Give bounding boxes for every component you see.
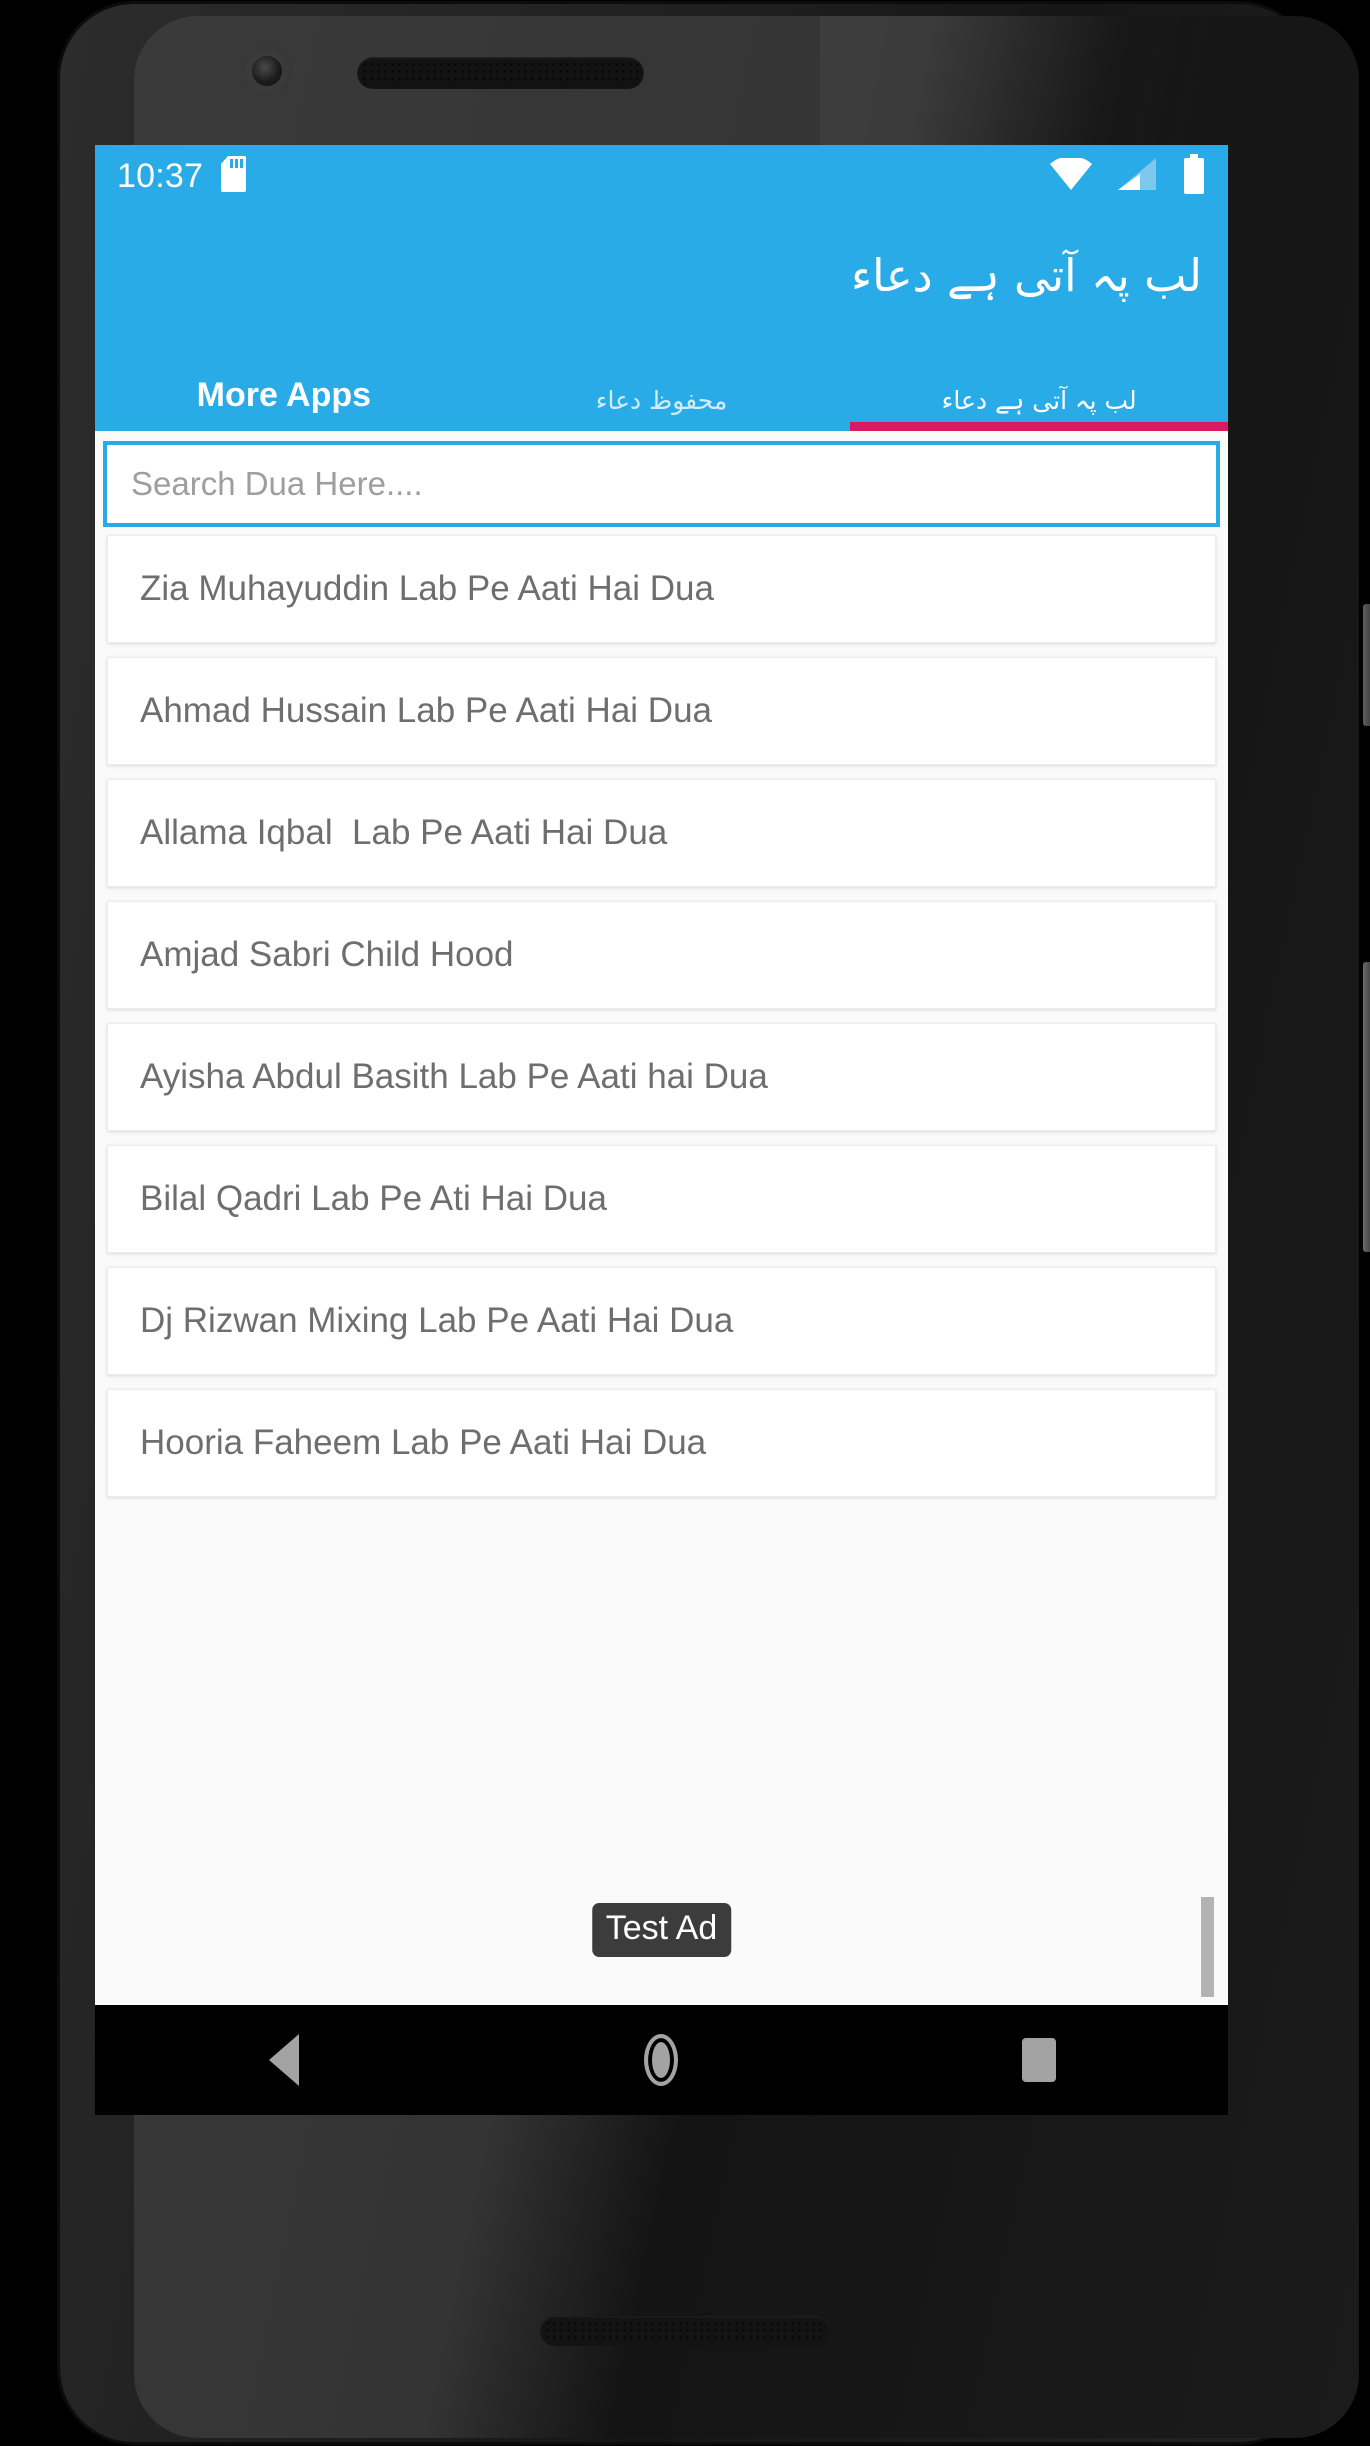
list-scrollbar[interactable] <box>1201 1897 1214 1997</box>
dua-list: Zia Muhayuddin Lab Pe Aati Hai Dua Ahmad… <box>95 527 1228 1497</box>
bottom-speaker <box>540 2316 830 2346</box>
status-bar: 10:37 <box>95 145 1228 207</box>
list-item-label: Allama Iqbal Lab Pe Aati Hai Dua <box>140 813 668 852</box>
home-icon <box>644 2034 679 2086</box>
list-item-label: Amjad Sabri Child Hood <box>140 935 514 974</box>
nav-home-button[interactable] <box>601 2005 721 2115</box>
volume-rocker-button[interactable] <box>1363 962 1370 1252</box>
phone-screen: 10:37 لب پہ آتی ہے دعاء More Apps محفوظ … <box>95 145 1228 2005</box>
search-bar-container <box>95 431 1228 527</box>
status-bar-right <box>1050 153 1206 199</box>
list-item-label: Dj Rizwan Mixing Lab Pe Aati Hai Dua <box>140 1301 734 1340</box>
list-item[interactable]: Ahmad Hussain Lab Pe Aati Hai Dua <box>107 657 1216 765</box>
nav-back-button[interactable] <box>224 2005 344 2115</box>
list-item[interactable]: Zia Muhayuddin Lab Pe Aati Hai Dua <box>107 535 1216 643</box>
recents-icon <box>1022 2038 1057 2082</box>
sd-card-icon <box>221 155 251 197</box>
list-item-label: Bilal Qadri Lab Pe Ati Hai Dua <box>140 1179 607 1218</box>
power-button[interactable] <box>1363 604 1370 726</box>
battery-icon <box>1182 153 1206 199</box>
list-item[interactable]: Amjad Sabri Child Hood <box>107 901 1216 1009</box>
nav-recents-button[interactable] <box>979 2005 1099 2115</box>
wifi-icon <box>1050 155 1092 195</box>
earpiece-speaker <box>357 57 644 89</box>
back-icon <box>268 2034 299 2086</box>
list-item-label: Hooria Faheem Lab Pe Aati Hai Dua <box>140 1423 707 1462</box>
app-title: لب پہ آتی ہے دعاء <box>850 248 1202 302</box>
android-navigation-bar <box>95 2005 1228 2115</box>
tab-more-apps[interactable]: More Apps <box>95 376 473 431</box>
search-input[interactable] <box>103 441 1220 527</box>
list-item[interactable]: Bilal Qadri Lab Pe Ati Hai Dua <box>107 1145 1216 1253</box>
ad-banner[interactable]: Test Ad <box>95 1887 1228 2005</box>
tab-lab-pe-aati-hai-dua[interactable]: لب پہ آتی ہے دعاء <box>850 386 1228 431</box>
signal-icon <box>1118 157 1156 195</box>
list-item[interactable]: Allama Iqbal Lab Pe Aati Hai Dua <box>107 779 1216 887</box>
test-ad-badge: Test Ad <box>591 1903 732 1957</box>
status-clock: 10:37 <box>117 156 204 195</box>
front-camera-icon <box>252 56 282 86</box>
list-item-label: Ahmad Hussain Lab Pe Aati Hai Dua <box>140 691 712 730</box>
main-content: Zia Muhayuddin Lab Pe Aati Hai Dua Ahmad… <box>95 431 1228 2005</box>
list-item[interactable]: Dj Rizwan Mixing Lab Pe Aati Hai Dua <box>107 1267 1216 1375</box>
status-bar-left: 10:37 <box>117 155 251 197</box>
list-item-label: Zia Muhayuddin Lab Pe Aati Hai Dua <box>140 569 714 608</box>
tab-saved-dua[interactable]: محفوظ دعاء <box>473 386 851 431</box>
tab-bar: More Apps محفوظ دعاء لب پہ آتی ہے دعاء <box>95 359 1228 431</box>
list-item[interactable]: Hooria Faheem Lab Pe Aati Hai Dua <box>107 1389 1216 1497</box>
app-bar: لب پہ آتی ہے دعاء <box>95 207 1228 359</box>
list-item[interactable]: Ayisha Abdul Basith Lab Pe Aati hai Dua <box>107 1023 1216 1131</box>
list-item-label: Ayisha Abdul Basith Lab Pe Aati hai Dua <box>140 1057 768 1096</box>
